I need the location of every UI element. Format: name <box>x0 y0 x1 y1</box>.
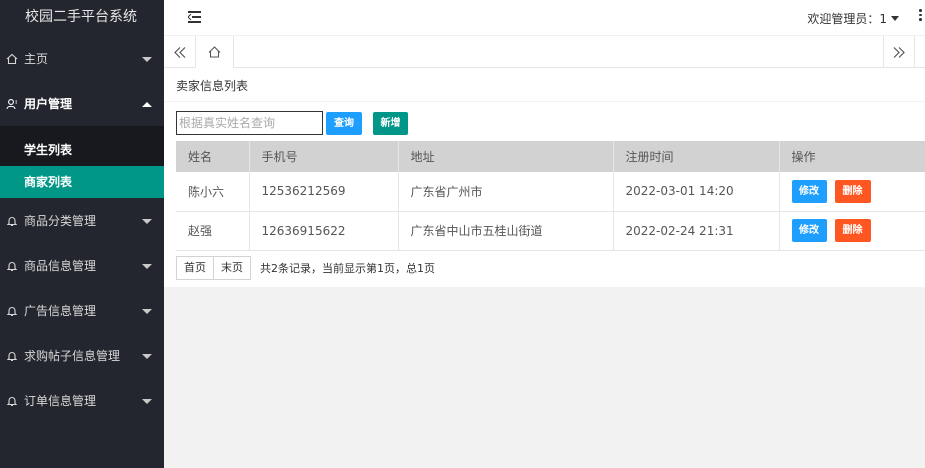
top-header: 欢迎管理员：1 <box>164 0 925 36</box>
cell-actions: 修改 删除 <box>779 172 925 212</box>
sidebar-item-merchant-list[interactable]: 商家列表 <box>0 166 164 198</box>
chevron-down-icon <box>142 398 152 404</box>
sidebar-item-order-management[interactable]: 订单信息管理 <box>0 378 164 423</box>
sidebar-item-ad-management[interactable]: 广告信息管理 <box>0 288 164 333</box>
sidebar-item-label: 商品信息管理 <box>24 259 97 273</box>
bell-icon <box>5 214 19 228</box>
cell-name: 陈小六 <box>176 172 250 212</box>
sidebar-item-user-management[interactable]: 用户管理 <box>0 81 164 126</box>
caret-down-icon <box>891 16 899 21</box>
chevron-down-icon <box>142 56 152 62</box>
column-header-address: 地址 <box>398 141 614 172</box>
bell-icon <box>5 304 19 318</box>
sidebar-item-label: 求购帖子信息管理 <box>24 349 121 363</box>
user-menu[interactable]: 欢迎管理员：1 <box>807 10 899 27</box>
content-card: 卖家信息列表 查询 新增 姓名 手机号 地址 注册时间 操作 陈小六 12536… <box>164 68 925 287</box>
chevron-down-icon <box>142 353 152 359</box>
column-header-phone: 手机号 <box>249 141 399 172</box>
sidebar-item-label: 广告信息管理 <box>24 304 97 318</box>
cell-actions: 修改 删除 <box>779 211 925 251</box>
tabs-scroll-left-button[interactable] <box>164 36 196 68</box>
cell-name: 赵强 <box>176 211 250 251</box>
add-button[interactable]: 新增 <box>373 112 408 135</box>
app-title: 校园二手平台系统 <box>25 9 137 25</box>
divider <box>164 101 925 102</box>
sidebar-item-student-list[interactable]: 学生列表 <box>0 134 164 166</box>
edit-button[interactable]: 修改 <box>791 219 827 242</box>
table-row: 陈小六 12536212569 广东省广州市 2022-03-01 14:20 … <box>176 172 925 212</box>
page-title: 卖家信息列表 <box>176 79 249 93</box>
cell-registered: 2022-02-24 21:31 <box>613 211 780 251</box>
user-icon <box>5 97 19 111</box>
delete-button[interactable]: 删除 <box>834 179 871 203</box>
chevron-down-icon <box>142 218 152 224</box>
sidebar-item-label: 商品分类管理 <box>24 214 97 228</box>
cell-address: 广东省中山市五桂山街道 <box>398 211 614 251</box>
cell-registered: 2022-03-01 14:20 <box>613 172 780 212</box>
sidebar-item-label: 订单信息管理 <box>24 394 97 408</box>
delete-button[interactable]: 删除 <box>834 219 871 242</box>
cell-phone: 12536212569 <box>249 172 399 212</box>
sidebar-item-wanted-post-management[interactable]: 求购帖子信息管理 <box>0 333 164 378</box>
chevron-down-icon <box>142 308 152 314</box>
cell-address: 广东省广州市 <box>398 172 614 212</box>
query-button[interactable]: 查询 <box>326 112 362 135</box>
tabs-bar <box>164 36 925 68</box>
merchant-table: 姓名 手机号 地址 注册时间 操作 陈小六 12536212569 广东省广州市… <box>176 141 925 251</box>
sidebar-item-product-management[interactable]: 商品信息管理 <box>0 243 164 288</box>
bell-icon <box>5 394 19 408</box>
sidebar-item-category-management[interactable]: 商品分类管理 <box>0 198 164 243</box>
more-vertical-icon[interactable] <box>919 9 923 21</box>
submenu-user-management: 学生列表 商家列表 <box>0 126 164 198</box>
sidebar-item-home[interactable]: 主页 <box>0 36 164 81</box>
sidebar-item-label: 主页 <box>24 52 49 66</box>
menu-toggle-icon[interactable] <box>188 11 201 23</box>
table-header-row: 姓名 手机号 地址 注册时间 操作 <box>176 141 925 172</box>
column-header-name: 姓名 <box>176 141 250 172</box>
column-header-actions: 操作 <box>779 141 925 172</box>
chevron-down-icon <box>142 263 152 269</box>
tab-home[interactable] <box>196 36 234 68</box>
edit-button[interactable]: 修改 <box>791 179 827 203</box>
home-icon <box>208 46 221 58</box>
double-chevron-right-icon <box>893 46 905 58</box>
pagination-info: 共2条记录，当前显示第1页，总1页 <box>260 262 435 275</box>
welcome-text: 欢迎管理员：1 <box>807 12 887 26</box>
search-input[interactable] <box>176 111 323 135</box>
bell-icon <box>5 259 19 273</box>
table-row: 赵强 12636915622 广东省中山市五桂山街道 2022-02-24 21… <box>176 211 925 251</box>
chevron-up-icon <box>142 101 152 107</box>
sidebar-item-label: 用户管理 <box>24 97 73 111</box>
home-icon <box>5 52 19 66</box>
first-page-button[interactable]: 首页 <box>176 256 214 280</box>
pagination: 首页 末页 共2条记录，当前显示第1页，总1页 <box>176 256 435 280</box>
column-header-registered: 注册时间 <box>613 141 780 172</box>
double-chevron-left-icon <box>173 46 185 58</box>
last-page-button[interactable]: 末页 <box>213 256 251 280</box>
cell-phone: 12636915622 <box>249 211 399 251</box>
bell-icon <box>5 349 19 363</box>
sidebar: 校园二手平台系统 主页 用户管理 学生列表 商家列表 商品分类管理 商品信息管理 <box>0 0 164 468</box>
tabs-scroll-right-button[interactable] <box>883 36 915 68</box>
